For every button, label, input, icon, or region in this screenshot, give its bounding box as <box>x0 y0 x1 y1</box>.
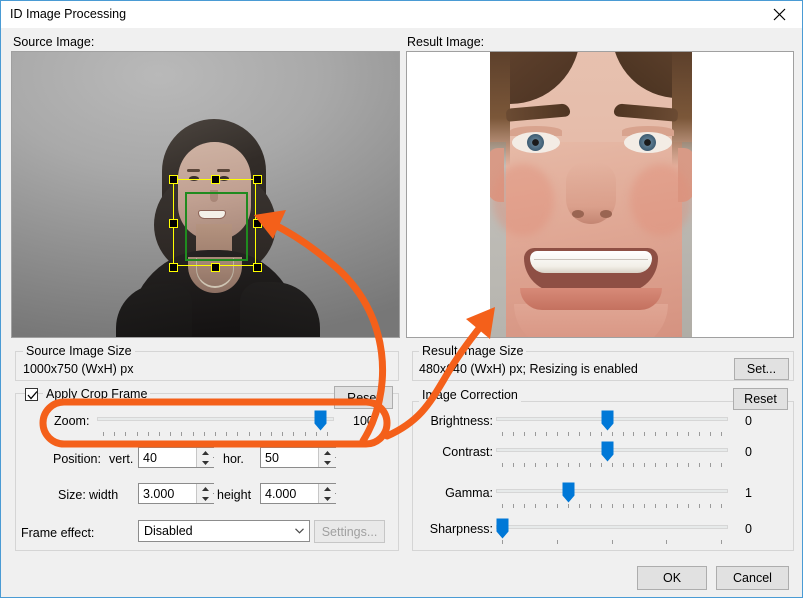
zoom-slider-track[interactable] <box>97 417 334 421</box>
ok-button[interactable]: OK <box>637 566 707 590</box>
dialog-window: ID Image Processing Source Image: Result… <box>0 0 803 598</box>
source-image-preview[interactable] <box>11 51 400 338</box>
zoom-slider-thumb[interactable] <box>314 410 327 431</box>
source-image-size-value: 1000x750 (WxH) px <box>23 362 134 376</box>
zoom-label: Zoom: <box>54 414 90 428</box>
brightness-label: Brightness: <box>430 414 493 428</box>
size-label: Size: <box>58 488 86 502</box>
gamma-slider[interactable] <box>496 481 728 509</box>
zoom-slider-ticks <box>97 432 334 437</box>
size-height-label: height <box>217 488 252 502</box>
result-image-label: Result Image: <box>407 35 485 49</box>
frame-effect-value: Disabled <box>144 524 193 538</box>
sharpness-label: Sharpness: <box>429 522 493 536</box>
crop-handle-bottom-left[interactable] <box>169 263 178 272</box>
sharpness-slider-thumb[interactable] <box>496 518 509 539</box>
brightness-slider[interactable] <box>496 409 728 437</box>
contrast-slider-thumb[interactable] <box>601 441 614 462</box>
crop-reset-button[interactable]: Reset <box>334 386 393 409</box>
result-size-set-button[interactable]: Set... <box>734 358 789 380</box>
close-icon[interactable] <box>756 1 802 27</box>
brightness-slider-ticks <box>496 432 728 437</box>
sharpness-slider[interactable] <box>496 517 728 545</box>
cancel-button[interactable]: Cancel <box>716 566 789 590</box>
zoom-slider[interactable] <box>97 409 334 437</box>
position-vert-stepper[interactable] <box>138 447 214 468</box>
brightness-value: 0 <box>745 414 752 428</box>
contrast-value: 0 <box>745 445 752 459</box>
gamma-value: 1 <box>745 486 752 500</box>
title-bar: ID Image Processing <box>1 1 802 28</box>
size-height-spin-buttons[interactable] <box>318 484 336 503</box>
gamma-slider-thumb[interactable] <box>562 482 575 503</box>
size-width-stepper[interactable] <box>138 483 214 504</box>
crop-handle-bottom-center[interactable] <box>211 263 220 272</box>
result-image-preview <box>406 51 794 338</box>
correction-reset-button[interactable]: Reset <box>733 388 788 410</box>
position-hor-spin-buttons[interactable] <box>318 448 336 467</box>
contrast-slider[interactable] <box>496 440 728 468</box>
gamma-label: Gamma: <box>445 486 493 500</box>
sharpness-value: 0 <box>745 522 752 536</box>
position-hor-stepper[interactable] <box>260 447 336 468</box>
crop-handle-middle-right[interactable] <box>253 219 262 228</box>
gamma-slider-track[interactable] <box>496 489 728 493</box>
contrast-slider-ticks <box>496 463 728 468</box>
frame-effect-settings-button: Settings... <box>314 520 385 543</box>
crop-handle-top-right[interactable] <box>253 175 262 184</box>
result-photo <box>407 52 793 337</box>
result-image-size-title: Result Image Size <box>419 344 527 358</box>
position-vert-spin-down[interactable] <box>197 458 214 467</box>
apply-crop-frame-checkbox[interactable] <box>25 388 38 401</box>
frame-effect-label: Frame effect: <box>21 526 95 540</box>
crop-handle-middle-left[interactable] <box>169 219 178 228</box>
brightness-slider-thumb[interactable] <box>601 410 614 431</box>
size-width-label: width <box>89 488 119 502</box>
crop-frame[interactable] <box>169 175 262 272</box>
position-hor-label: hor. <box>223 452 244 466</box>
position-label: Position: <box>53 452 101 466</box>
size-width-spin-up[interactable] <box>197 484 214 493</box>
gamma-slider-ticks <box>496 504 728 509</box>
apply-crop-frame-label: Apply Crop Frame <box>43 387 151 401</box>
zoom-value: 100 <box>353 414 374 428</box>
size-height-spin-down[interactable] <box>319 494 336 503</box>
position-hor-spin-up[interactable] <box>319 448 336 457</box>
contrast-label: Contrast: <box>442 445 493 459</box>
window-title: ID Image Processing <box>10 7 127 21</box>
position-vert-label: vert. <box>109 452 134 466</box>
source-image-label: Source Image: <box>13 35 95 49</box>
result-image-size-value: 480x640 (WxH) px; Resizing is enabled <box>419 362 638 376</box>
chevron-down-icon[interactable] <box>291 522 308 540</box>
crop-handle-bottom-right[interactable] <box>253 263 262 272</box>
frame-effect-select[interactable]: Disabled <box>138 520 310 542</box>
position-vert-spin-up[interactable] <box>197 448 214 457</box>
crop-handle-top-left[interactable] <box>169 175 178 184</box>
size-width-spin-buttons[interactable] <box>196 484 214 503</box>
source-image-size-title: Source Image Size <box>23 344 135 358</box>
size-width-spin-down[interactable] <box>197 494 214 503</box>
size-height-stepper[interactable] <box>260 483 336 504</box>
position-hor-spin-down[interactable] <box>319 458 336 467</box>
sharpness-slider-ticks <box>496 540 728 545</box>
result-cropped-face <box>490 52 692 337</box>
size-height-spin-up[interactable] <box>319 484 336 493</box>
crop-handle-top-center[interactable] <box>211 175 220 184</box>
position-vert-spin-buttons[interactable] <box>196 448 214 467</box>
image-correction-title: Image Correction <box>419 388 521 402</box>
sharpness-slider-track[interactable] <box>496 525 728 529</box>
